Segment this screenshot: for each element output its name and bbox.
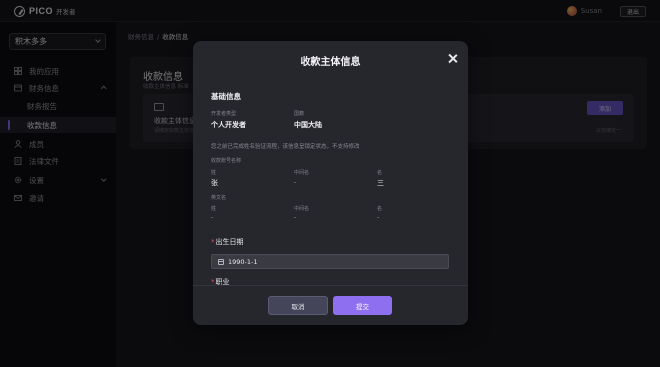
modal-footer: 取消 提交 — [193, 285, 468, 325]
required-mark: * — [211, 238, 215, 246]
english-name-label: 英文名 — [211, 195, 227, 201]
region-label: 国籍 — [294, 111, 305, 117]
given-name-label: 名 — [377, 170, 383, 176]
section-title: 基础信息 — [211, 92, 241, 101]
developer-type-value: 个人开发者 — [211, 121, 246, 129]
birth-date-label: *出生日期 — [211, 237, 244, 247]
required-mark: * — [211, 278, 215, 285]
close-icon[interactable] — [448, 54, 457, 63]
en-surname-value: - — [211, 213, 214, 221]
middle-name-label: 中间名 — [294, 170, 310, 176]
en-surname-label: 姓 — [211, 206, 217, 212]
submit-button[interactable]: 提交 — [333, 296, 392, 315]
payee-info-modal: 收款主体信息 基础信息 开发者类型 个人开发者 国籍 中国大陆 您之前已完成姓名… — [193, 41, 468, 325]
occupation-label-text: 职业 — [215, 278, 230, 285]
modal-body[interactable]: 基础信息 开发者类型 个人开发者 国籍 中国大陆 您之前已完成姓名验证流程，该信… — [193, 77, 468, 285]
modal-header: 收款主体信息 — [193, 41, 468, 77]
birth-date-label-text: 出生日期 — [215, 238, 244, 246]
locked-note: 您之前已完成姓名验证流程，该信息呈锁定状态，不支持修改 — [211, 144, 360, 150]
en-given-name-value: - — [377, 213, 380, 221]
cancel-button[interactable]: 取消 — [268, 296, 328, 315]
region-value: 中国大陆 — [294, 121, 322, 129]
given-name-value: 三 — [377, 179, 384, 187]
surname-label: 姓 — [211, 170, 217, 176]
occupation-label: *职业 — [211, 277, 230, 285]
calendar-icon — [218, 259, 224, 265]
account-name-label: 收款账号名称 — [211, 158, 242, 164]
birth-date-value: 1990-1-1 — [228, 258, 258, 266]
birth-date-input[interactable]: 1990-1-1 — [211, 254, 449, 269]
en-given-name-label: 名 — [377, 206, 383, 212]
en-middle-name-value: - — [294, 213, 297, 221]
modal-title: 收款主体信息 — [300, 57, 361, 68]
developer-type-label: 开发者类型 — [211, 111, 237, 117]
surname-value: 张 — [211, 179, 218, 187]
middle-name-value: - — [294, 178, 297, 186]
en-middle-name-label: 中间名 — [294, 206, 310, 212]
